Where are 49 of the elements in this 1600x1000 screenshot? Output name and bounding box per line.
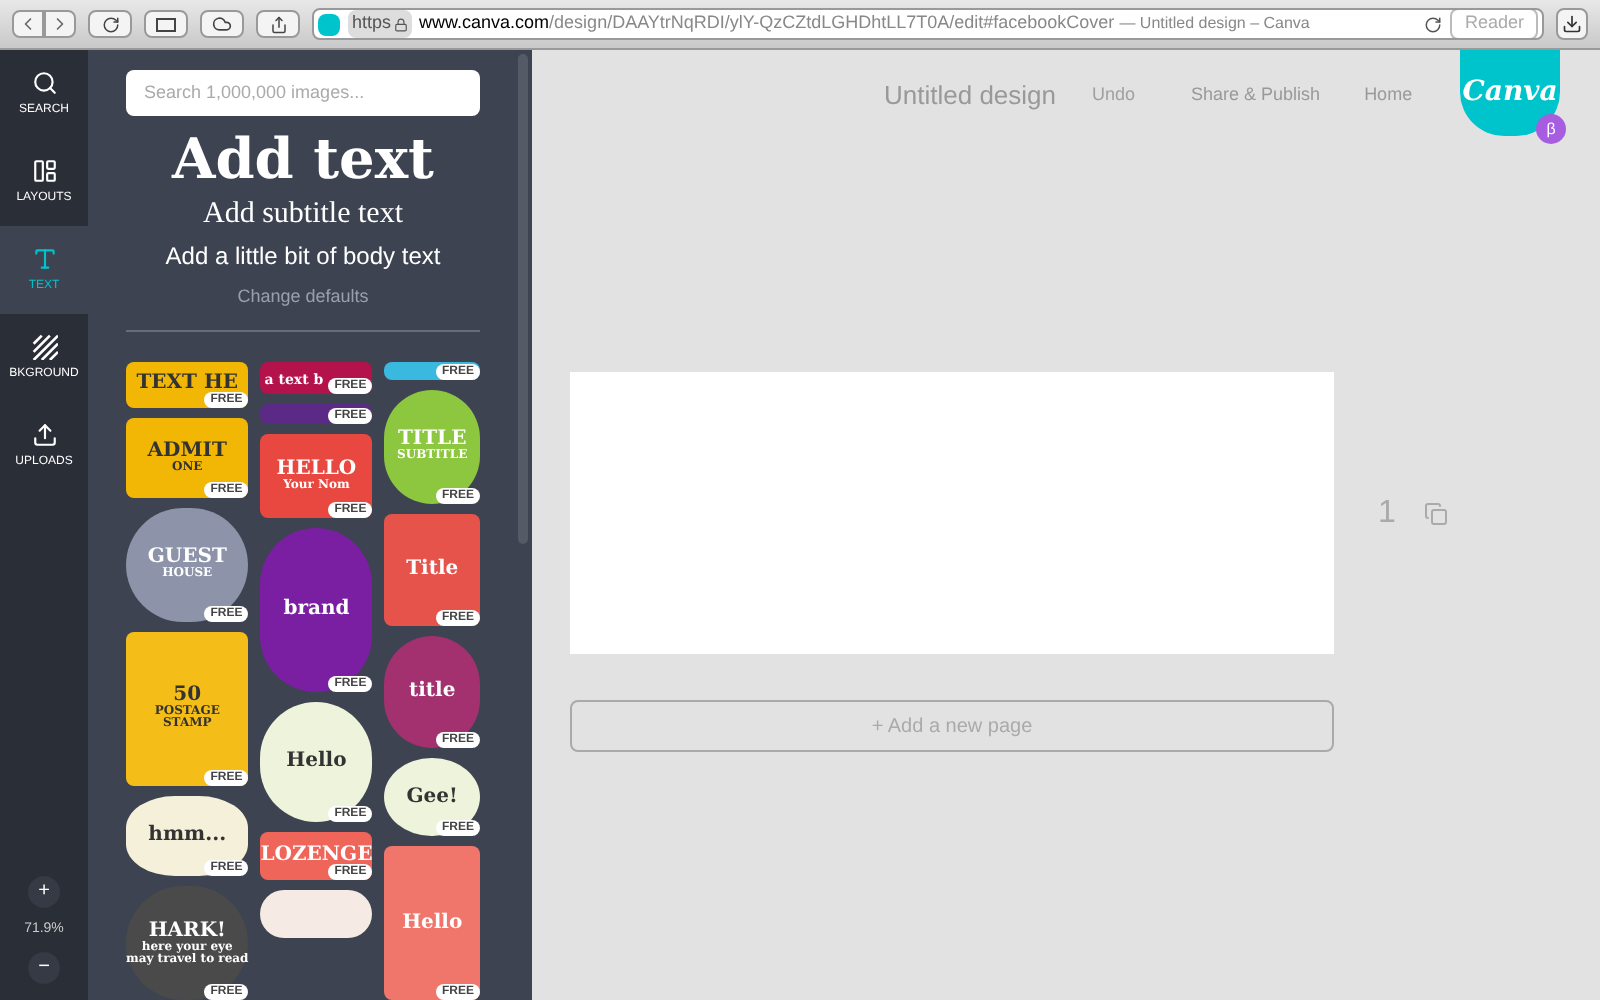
share-icon	[269, 15, 287, 33]
back-button[interactable]	[12, 10, 44, 38]
sticker-text: LOZENGE	[260, 846, 373, 867]
sticker-text: Title	[406, 559, 459, 580]
sticker-text: brand	[283, 600, 350, 621]
sticker-text: TITLE	[397, 430, 467, 451]
lock-icon	[393, 17, 408, 31]
body-text-option[interactable]: Add a little bit of body text	[126, 239, 480, 272]
tabs-icon	[156, 17, 176, 31]
sticker-text: HARK!	[148, 921, 226, 942]
cloud-icon	[212, 14, 232, 34]
sticker-text: ADMIT	[147, 441, 227, 462]
zoom-in-button[interactable]: +	[28, 875, 60, 907]
search-field[interactable]: Search 1,000,000 images...	[126, 70, 480, 116]
forward-button[interactable]	[44, 10, 76, 38]
tabs-button[interactable]	[144, 10, 188, 38]
beta-badge: β	[1536, 114, 1567, 144]
change-defaults-link[interactable]: Change defaults	[126, 283, 480, 311]
subtitle-text-option[interactable]: Add subtitle text	[126, 193, 480, 234]
reload-icon[interactable]	[1424, 15, 1443, 33]
site-icon	[318, 13, 340, 35]
sticker-text: HELLO	[276, 460, 357, 481]
history-button[interactable]	[88, 10, 132, 38]
sticker-text: 50	[173, 686, 202, 707]
cloud-button[interactable]	[200, 10, 244, 38]
url-scheme: https	[348, 10, 412, 38]
sticker-text: Hello	[402, 913, 463, 934]
sticker-text: TEXT HE	[136, 374, 239, 395]
download-icon	[1562, 14, 1582, 34]
address-bar[interactable]: https www.canva.com/design/DAAYtrNqRDI/ylY-QzCZtdLGHDhtLL7T0A/edit#facebookCover — Untitled design – Canva Reader	[312, 8, 1544, 40]
layout-icon	[31, 157, 57, 183]
zoom-out-button[interactable]: −	[28, 952, 60, 984]
scrollbar[interactable]	[518, 54, 528, 544]
downloads-button[interactable]	[1556, 8, 1588, 40]
sticker-text: Hello	[286, 752, 347, 773]
sticker-text: GUEST	[147, 548, 227, 569]
hatch-icon	[31, 333, 57, 359]
share-button[interactable]	[256, 10, 300, 38]
upload-icon	[31, 421, 57, 447]
sticker-text: title	[409, 681, 456, 702]
url-text: www.canva.com/design/DAAYtrNqRDI/ylY-QzCZtdLGHDhtLL7T0A/edit#facebookCover — Untitled design – Canva	[419, 10, 1310, 37]
history-icon	[101, 15, 119, 33]
sticker-text: Gee!	[406, 787, 458, 808]
page-number: 1	[1378, 493, 1396, 533]
heading-text-option[interactable]: Add text	[126, 125, 480, 194]
sticker-text: hmm...	[148, 826, 227, 847]
text-sticker[interactable]	[260, 890, 373, 939]
text-icon	[31, 245, 57, 271]
search-icon	[31, 69, 57, 95]
